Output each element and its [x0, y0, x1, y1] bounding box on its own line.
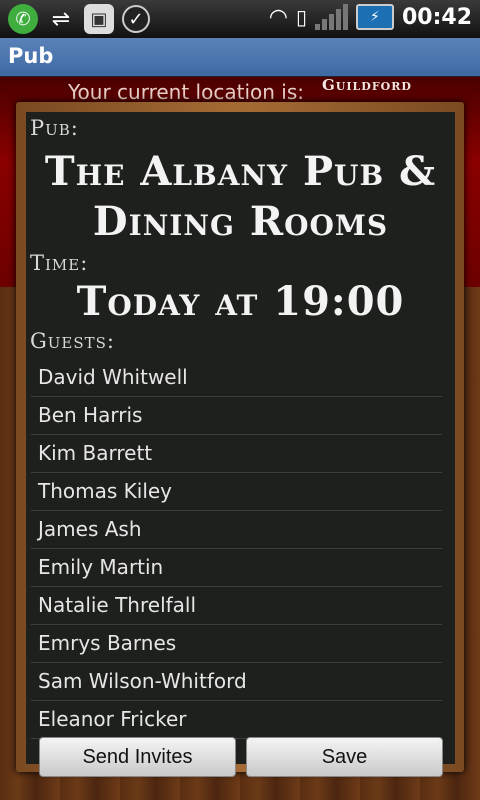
- guest-item[interactable]: Emrys Barnes: [31, 625, 442, 663]
- guest-list: David Whitwell Ben Harris Kim Barrett Th…: [31, 359, 442, 739]
- phone-icon: ✆: [8, 4, 38, 34]
- guest-item[interactable]: Kim Barrett: [31, 435, 442, 473]
- guest-item[interactable]: Thomas Kiley: [31, 473, 442, 511]
- pub-name-line2: Dining Rooms: [92, 198, 389, 245]
- android-debug-icon: ▣: [84, 4, 114, 34]
- vibrate-icon: ▯: [295, 5, 307, 29]
- pub-label: Pub:: [30, 116, 79, 140]
- guest-item[interactable]: Natalie Threlfall: [31, 587, 442, 625]
- location-value: Guildford: [322, 76, 412, 94]
- send-invites-button[interactable]: Send Invites: [39, 737, 236, 777]
- guest-item[interactable]: Emily Martin: [31, 549, 442, 587]
- app-title-bar: Pub: [0, 38, 480, 77]
- battery-charging-icon: ⚡: [355, 4, 394, 30]
- status-time: 00:42: [401, 4, 472, 30]
- signal-icon: [314, 4, 348, 30]
- guests-label: Guests:: [30, 329, 115, 353]
- guest-item[interactable]: David Whitwell: [31, 359, 442, 397]
- guest-item[interactable]: Ben Harris: [31, 397, 442, 435]
- guest-item[interactable]: Eleanor Fricker: [31, 701, 442, 739]
- chalkboard: Pub: The Albany Pub & Dining Rooms Time:…: [26, 112, 455, 764]
- usb-icon: ⇌: [51, 6, 71, 32]
- pub-name-line1: The Albany Pub &: [44, 148, 437, 195]
- time-value: Today at 19:00: [76, 278, 405, 325]
- wifi-icon: ◠: [268, 4, 288, 30]
- action-buttons: Send Invites Save: [39, 737, 443, 777]
- check-icon: ✓: [122, 5, 150, 33]
- guest-item[interactable]: James Ash: [31, 511, 442, 549]
- app-title: Pub: [8, 44, 54, 68]
- guest-item[interactable]: Sam Wilson-Whitford: [31, 663, 442, 701]
- location-label: Your current location is:: [68, 80, 304, 104]
- save-button[interactable]: Save: [246, 737, 443, 777]
- time-label: Time:: [30, 251, 89, 275]
- status-bar: ✆ ⇌ ▣ ✓ ◠ ▯ ⚡ 00:42: [0, 0, 480, 38]
